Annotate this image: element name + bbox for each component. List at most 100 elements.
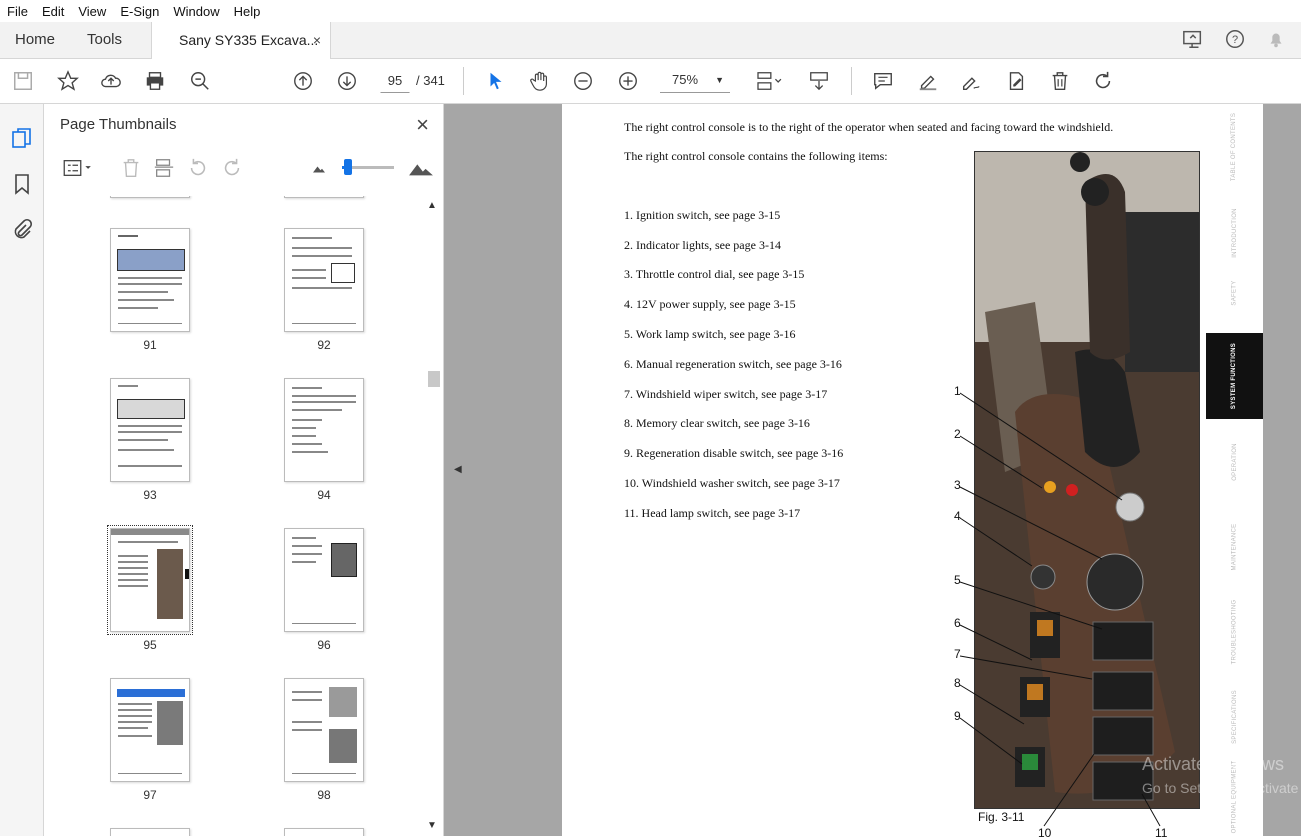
- hand-tool-icon[interactable]: [527, 68, 553, 94]
- section-tab[interactable]: SAFETY: [1206, 250, 1263, 336]
- thumbnail-tab: [185, 569, 189, 579]
- section-tab[interactable]: SPECIFICATIONS: [1206, 674, 1263, 760]
- page-number-input[interactable]: 95: [380, 69, 410, 93]
- menu-view[interactable]: View: [71, 4, 113, 19]
- section-tabs: TABLE OF CONTENTS INTRODUCTION SAFETY SY…: [1206, 104, 1263, 836]
- share-screen-icon[interactable]: [1182, 28, 1206, 52]
- page-thumbnail[interactable]: [284, 228, 364, 332]
- section-tab[interactable]: MAINTENANCE: [1206, 504, 1263, 590]
- save-icon[interactable]: [10, 68, 36, 94]
- thumbnail-scrollbar[interactable]: ▲ ▼: [426, 196, 440, 836]
- shrink-thumbnails-icon[interactable]: [306, 156, 332, 180]
- thumbnail-image: [329, 687, 357, 717]
- enlarge-thumbnails-icon[interactable]: [406, 156, 436, 180]
- page-thumbnail[interactable]: [284, 378, 364, 482]
- page-thumbnail-selected[interactable]: [107, 525, 193, 635]
- page-thumbnail[interactable]: [284, 678, 364, 782]
- tab-bar: Home Tools Sany SY335 Excava... × ?: [0, 22, 1301, 59]
- page-thumbnail[interactable]: [110, 678, 190, 782]
- print-icon[interactable]: [142, 68, 168, 94]
- section-tab-active[interactable]: SYSTEM FUNCTIONS: [1206, 333, 1263, 419]
- tab-document-title: Sany SY335 Excava...: [179, 32, 319, 48]
- menu-edit[interactable]: Edit: [35, 4, 71, 19]
- page-thumbnails-icon[interactable]: [10, 126, 34, 150]
- page-thumbnail[interactable]: [110, 378, 190, 482]
- insert-page-icon[interactable]: [151, 156, 177, 180]
- highlight-pen-icon[interactable]: [915, 68, 941, 94]
- thumbnail-image: [117, 249, 185, 271]
- section-tab[interactable]: OPERATION: [1206, 419, 1263, 505]
- zoom-out-icon[interactable]: [570, 68, 596, 94]
- thumbnail-page-number: 97: [143, 788, 157, 802]
- page-thumbnail[interactable]: [284, 828, 364, 836]
- delete-page-icon[interactable]: [118, 156, 144, 180]
- upload-cloud-icon[interactable]: [98, 68, 124, 94]
- callout-leader-lines: [959, 392, 1161, 827]
- rotate-left-icon[interactable]: [185, 156, 211, 180]
- attachment-icon[interactable]: [10, 218, 34, 242]
- thumbnail-page-number: 98: [317, 788, 331, 802]
- toolbar-divider: [851, 67, 852, 95]
- zoom-value: 75%: [672, 72, 699, 87]
- zoom-select[interactable]: 75% ▼: [660, 69, 730, 93]
- comment-icon[interactable]: [870, 68, 896, 94]
- previous-page-icon[interactable]: [290, 68, 316, 94]
- tab-tools[interactable]: Tools: [87, 22, 122, 58]
- collapse-panel-icon[interactable]: ◀: [454, 464, 462, 475]
- menu-esign[interactable]: E-Sign: [113, 4, 166, 19]
- menu-help[interactable]: Help: [227, 4, 268, 19]
- thumbnail-page-number: 95: [143, 638, 157, 652]
- thumbnails-panel: Page Thumbnails × 91 92 93 94 95 96 97 9…: [44, 104, 444, 836]
- activation-watermark-sub: Go to Settings to activate: [1142, 780, 1299, 796]
- pdf-page: The right control console is to the righ…: [562, 104, 1207, 840]
- scrollbar-thumb[interactable]: [428, 371, 440, 387]
- thumbnail-options-icon[interactable]: [58, 156, 98, 180]
- draw-signature-icon[interactable]: [958, 68, 984, 94]
- close-tab-icon[interactable]: ×: [313, 22, 321, 58]
- thumbnail-banner: [117, 689, 185, 697]
- activation-watermark: Activate Windows: [1142, 754, 1285, 774]
- fit-page-icon[interactable]: [752, 68, 786, 94]
- thumbnail-image: [157, 549, 183, 619]
- zoom-in-icon[interactable]: [615, 68, 641, 94]
- page-thumbnail[interactable]: [110, 828, 190, 836]
- section-tab[interactable]: TABLE OF CONTENTS: [1206, 104, 1263, 190]
- scroll-up-icon[interactable]: ▲: [427, 200, 437, 211]
- close-panel-icon[interactable]: ×: [416, 112, 429, 138]
- menu-bar: File Edit View E-Sign Window Help: [0, 0, 1301, 22]
- rotate-right-icon[interactable]: [219, 156, 245, 180]
- panel-title: Page Thumbnails: [60, 116, 177, 133]
- scroll-mode-icon[interactable]: [806, 68, 832, 94]
- thumbnail-image: [329, 729, 357, 763]
- thumbnail-page-number: 96: [317, 638, 331, 652]
- zoom-search-icon[interactable]: [187, 68, 213, 94]
- bell-icon[interactable]: [1265, 28, 1289, 52]
- scroll-down-icon[interactable]: ▼: [427, 820, 437, 831]
- tab-home[interactable]: Home: [15, 22, 55, 58]
- page-thumbnail[interactable]: [110, 228, 190, 332]
- slider-handle[interactable]: [344, 159, 352, 175]
- select-cursor-icon[interactable]: [483, 68, 509, 94]
- svg-text:?: ?: [1232, 34, 1238, 46]
- toolbar-divider: [463, 67, 464, 95]
- thumbnail-toolbar: [44, 148, 444, 188]
- star-icon[interactable]: [55, 68, 81, 94]
- page-thumbnail[interactable]: [110, 196, 190, 198]
- thumbnail-page-number: 91: [143, 338, 157, 352]
- thumbnail-header: [111, 529, 189, 535]
- edit-document-icon[interactable]: [1003, 68, 1029, 94]
- next-page-icon[interactable]: [334, 68, 360, 94]
- thumbnail-page-number: 94: [317, 488, 331, 502]
- delete-icon[interactable]: [1047, 68, 1073, 94]
- page-thumbnail[interactable]: [284, 196, 364, 198]
- document-viewer[interactable]: ◀ The right control console is to the ri…: [444, 104, 1301, 840]
- thumbnail-image: [117, 399, 185, 419]
- section-tab[interactable]: TROUBLESHOOTING: [1206, 589, 1263, 675]
- page-thumbnail[interactable]: [284, 528, 364, 632]
- rotate-icon[interactable]: [1090, 68, 1116, 94]
- bookmark-icon[interactable]: [10, 172, 34, 196]
- tab-document[interactable]: Sany SY335 Excava... ×: [151, 22, 331, 59]
- menu-file[interactable]: File: [0, 4, 35, 19]
- menu-window[interactable]: Window: [166, 4, 226, 19]
- help-icon[interactable]: ?: [1224, 28, 1248, 52]
